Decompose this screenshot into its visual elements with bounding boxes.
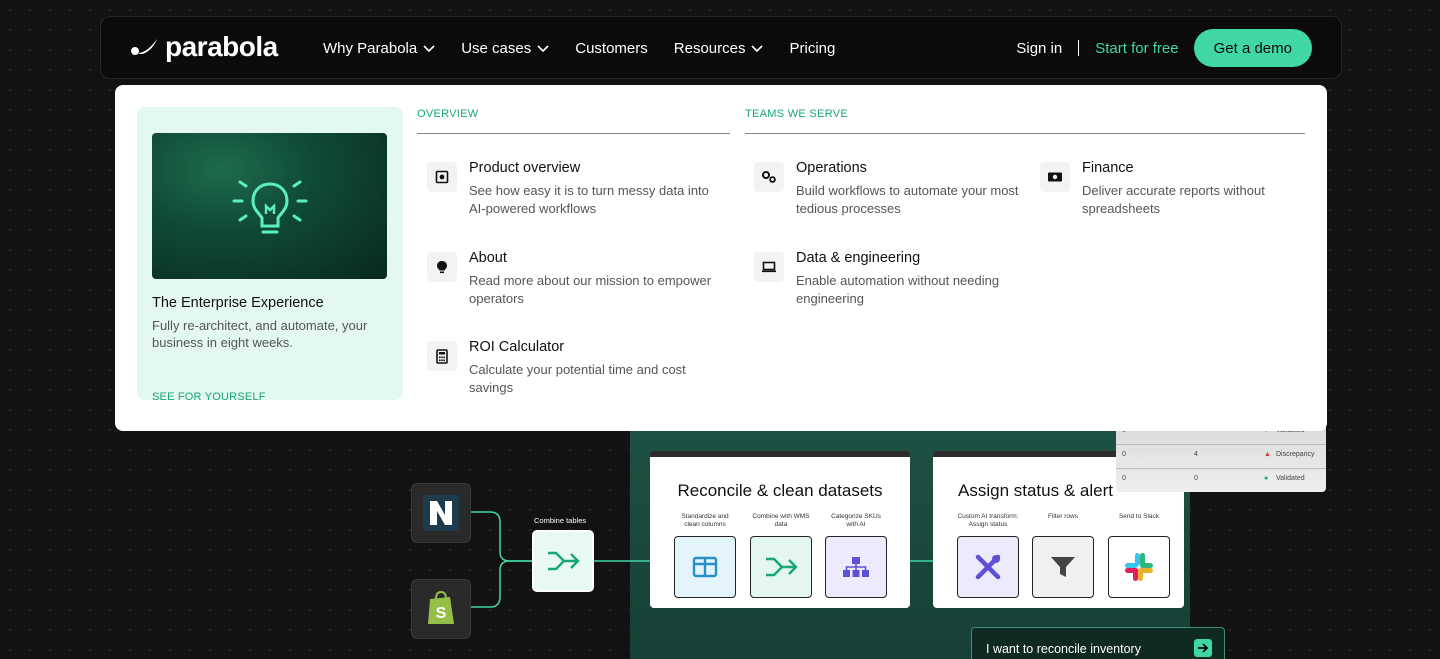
step-tile <box>1108 536 1170 598</box>
check-icon: ● <box>1264 475 1269 482</box>
menu-item-description: Deliver accurate reports without spreads… <box>1082 183 1265 216</box>
step-tile <box>674 536 736 598</box>
menu-item-title: Product overview <box>469 160 581 176</box>
feature-title: The Enterprise Experience <box>152 295 324 311</box>
table-row: 0 4 ▲ Discrepancy <box>1116 444 1326 468</box>
combine-tables-step[interactable] <box>532 530 594 592</box>
gears-icon <box>754 162 784 192</box>
step-label: Custom AI transform: Assign status <box>957 513 1019 528</box>
overview-heading: OVERVIEW <box>417 108 479 120</box>
menu-item-description: Build workflows to automate your most te… <box>796 183 1019 216</box>
calculator-icon <box>427 341 457 371</box>
shopify-icon: S <box>428 590 454 624</box>
menu-item-description: Read more about our mission to empower o… <box>469 273 712 306</box>
menu-item-title: Finance <box>1082 160 1134 176</box>
prompt-text: I want to reconcile inventory <box>986 642 1141 656</box>
warning-icon: ▲ <box>1264 451 1271 458</box>
step-label: Filter rows <box>1048 513 1078 520</box>
step-combine-wms[interactable]: Combine with WMS data <box>750 513 812 598</box>
menu-item-title: ROI Calculator <box>469 339 565 355</box>
step-filter-rows[interactable]: Filter rows <box>1032 513 1094 598</box>
step-categorize-skus[interactable]: Categorize SKUs with AI <box>825 513 887 598</box>
overview-divider <box>417 133 730 134</box>
why-parabola-dropdown: The Enterprise Experience Fully re-archi… <box>115 85 1327 431</box>
status-badge: Discrepancy <box>1276 451 1315 458</box>
feature-image <box>152 133 387 279</box>
netsuite-icon <box>423 495 459 531</box>
lightbulb-icon <box>427 252 457 282</box>
reconcile-card[interactable]: Reconcile & clean datasets Standardize a… <box>650 451 910 608</box>
filter-icon <box>1051 557 1075 577</box>
step-label: Standardize and clean columns <box>681 513 729 528</box>
menu-item-description: See how easy it is to turn messy data in… <box>469 183 709 216</box>
merge-icon <box>548 551 580 571</box>
reconcile-title: Reconcile & clean datasets <box>677 481 883 500</box>
lightbulb-icon <box>232 180 307 234</box>
step-standardize[interactable]: Standardize and clean columns <box>674 513 736 598</box>
step-tile <box>750 536 812 598</box>
feature-description: Fully re-architect, and automate, your b… <box>152 318 368 350</box>
see-for-yourself-link[interactable]: SEE FOR YOURSELF <box>152 391 266 403</box>
tools-icon <box>975 554 1001 580</box>
arrow-right-icon <box>1198 643 1209 653</box>
hierarchy-icon <box>843 557 869 577</box>
table-cell: 0 <box>1194 475 1198 482</box>
table-cell: 4 <box>1194 451 1198 458</box>
step-label: Categorize SKUs with AI <box>831 513 881 528</box>
money-icon <box>1040 162 1070 192</box>
teams-divider <box>745 133 1305 134</box>
step-label: Combine with WMS data <box>752 513 810 528</box>
step-tile <box>825 536 887 598</box>
menu-item-description: Calculate your potential time and cost s… <box>469 362 686 395</box>
prompt-input[interactable]: I want to reconcile inventory <box>971 627 1225 659</box>
svg-text:S: S <box>436 605 447 622</box>
laptop-icon <box>754 252 784 282</box>
table-cell: 0 <box>1122 451 1126 458</box>
status-badge: Validated <box>1276 475 1305 482</box>
shopify-source-tile[interactable]: S <box>411 579 471 639</box>
merge-icon <box>766 557 798 577</box>
step-tile <box>957 536 1019 598</box>
netsuite-source-tile[interactable] <box>411 483 471 543</box>
combine-tables-label: Combine tables <box>534 516 587 525</box>
step-label: Send to Slack <box>1118 513 1160 520</box>
table-cell: 0 <box>1122 475 1126 482</box>
menu-item-description: Enable automation without needing engine… <box>796 273 1000 306</box>
teams-heading: TEAMS WE SERVE <box>745 108 849 120</box>
step-send-slack[interactable]: Send to Slack <box>1108 513 1170 598</box>
step-assign-status[interactable]: Custom AI transform: Assign status <box>957 513 1019 598</box>
enterprise-feature-card[interactable]: The Enterprise Experience Fully re-archi… <box>137 107 403 403</box>
slack-icon <box>1125 553 1153 581</box>
product-icon <box>427 162 457 192</box>
step-tile <box>1032 536 1094 598</box>
columns-icon <box>692 556 718 578</box>
send-button[interactable] <box>1194 639 1212 657</box>
table-row: 0 0 ● Validated <box>1116 468 1326 492</box>
menu-item-title: Operations <box>796 160 867 176</box>
menu-item-title: Data & engineering <box>796 250 921 266</box>
menu-item-title: About <box>469 250 507 266</box>
